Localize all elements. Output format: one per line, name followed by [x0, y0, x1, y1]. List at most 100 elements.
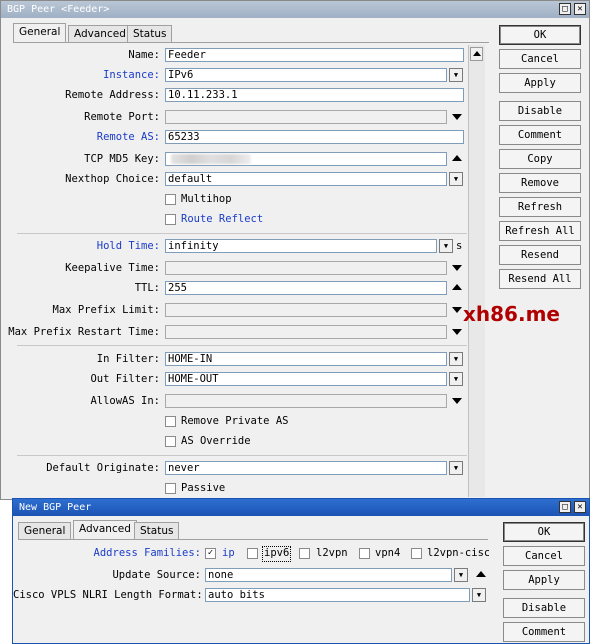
cisco-vpls-input[interactable]: auto bits	[205, 588, 470, 602]
maximize-icon[interactable]: □	[559, 501, 571, 513]
passive-checkbox[interactable]	[165, 483, 176, 494]
af-l2vpn-checkbox[interactable]	[299, 548, 310, 559]
instance-dropdown-icon[interactable]: ▼	[449, 68, 463, 82]
refresh-button[interactable]: Refresh	[499, 197, 581, 217]
nexthop-dropdown-icon[interactable]: ▼	[449, 172, 463, 186]
as-override-checkbox[interactable]	[165, 436, 176, 447]
af-l2vpn-cisco-label: l2vpn-cisco	[427, 547, 489, 559]
allowas-in-expand-icon[interactable]	[452, 398, 462, 404]
out-filter-input[interactable]: HOME-OUT	[165, 372, 447, 386]
form-scrollbar[interactable]	[468, 45, 485, 497]
in-filter-input[interactable]: HOME-IN	[165, 352, 447, 366]
max-prefix-limit-input[interactable]	[165, 303, 447, 317]
new-bgp-peer-title: New BGP Peer	[19, 502, 92, 513]
new-bgp-peer-tabbar: General Advanced Status	[18, 520, 488, 540]
af-l2vpn-label: l2vpn	[316, 547, 348, 559]
comment-button[interactable]: Comment	[503, 622, 585, 642]
tcp-md5-collapse-icon[interactable]	[452, 155, 462, 161]
hold-time-dropdown-icon[interactable]: ▼	[439, 239, 453, 253]
out-filter-dropdown-icon[interactable]: ▼	[449, 372, 463, 386]
out-filter-label: Out Filter:	[90, 373, 160, 385]
cancel-button[interactable]: Cancel	[499, 49, 581, 69]
in-filter-dropdown-icon[interactable]: ▼	[449, 352, 463, 366]
tab-status[interactable]: Status	[134, 522, 180, 539]
tcp-md5-key-label: TCP MD5 Key:	[84, 153, 160, 165]
default-originate-input[interactable]: never	[165, 461, 447, 475]
max-prefix-limit-expand-icon[interactable]	[452, 307, 462, 313]
ttl-input[interactable]: 255	[165, 281, 447, 295]
multihop-checkbox[interactable]	[165, 194, 176, 205]
separator	[17, 233, 467, 234]
copy-button[interactable]: Copy	[499, 149, 581, 169]
ok-button[interactable]: OK	[503, 522, 585, 542]
ok-button[interactable]: OK	[499, 25, 581, 45]
new-bgp-peer-titlebar[interactable]: New BGP Peer □ ✕	[13, 499, 589, 516]
cancel-button[interactable]: Cancel	[503, 546, 585, 566]
tab-underline	[18, 539, 488, 540]
route-reflect-label: Route Reflect	[181, 213, 264, 225]
multihop-label: Multihop	[181, 193, 232, 205]
remove-button[interactable]: Remove	[499, 173, 581, 193]
separator	[17, 455, 467, 456]
passive-label: Passive	[181, 482, 226, 494]
disable-button[interactable]: Disable	[503, 598, 585, 618]
resend-all-button[interactable]: Resend All	[499, 269, 581, 289]
comment-button[interactable]: Comment	[499, 125, 581, 145]
resend-button[interactable]: Resend	[499, 245, 581, 265]
close-icon[interactable]: ✕	[574, 501, 586, 513]
refresh-all-button[interactable]: Refresh All	[499, 221, 581, 241]
apply-button[interactable]: Apply	[503, 570, 585, 590]
tab-advanced[interactable]: Advanced	[73, 520, 137, 539]
tab-general[interactable]: General	[13, 23, 67, 42]
ttl-collapse-icon[interactable]	[452, 284, 462, 290]
af-vpn4-label: vpn4	[375, 547, 401, 559]
af-ip-checkbox[interactable]: ✓	[205, 548, 216, 559]
ttl-label: TTL:	[134, 282, 160, 294]
max-prefix-restart-time-input[interactable]	[165, 325, 447, 339]
allowas-in-input[interactable]	[165, 394, 447, 408]
default-originate-label: Default Originate:	[46, 462, 160, 474]
disable-button[interactable]: Disable	[499, 101, 581, 121]
instance-input[interactable]: IPv6	[165, 68, 447, 82]
remove-private-as-checkbox[interactable]	[165, 416, 176, 427]
bgp-peer-title: BGP Peer <Feeder>	[7, 4, 110, 15]
remote-as-input[interactable]: 65233	[165, 130, 464, 144]
tab-advanced[interactable]: Advanced	[68, 25, 132, 42]
remote-as-label: Remote AS:	[96, 131, 160, 143]
hold-time-unit: s	[456, 240, 463, 252]
af-ipv6-checkbox[interactable]	[247, 548, 258, 559]
apply-button[interactable]: Apply	[499, 73, 581, 93]
remote-address-input[interactable]: 10.11.233.1	[165, 88, 464, 102]
maximize-icon[interactable]: □	[559, 3, 571, 15]
nexthop-choice-label: Nexthop Choice:	[65, 173, 160, 185]
cisco-vpls-label: Cisco VPLS NLRI Length Format:	[13, 589, 203, 601]
hold-time-label: Hold Time:	[96, 240, 160, 252]
af-ip-label: ip	[222, 547, 235, 559]
af-l2vpn-cisco-checkbox[interactable]	[411, 548, 422, 559]
keepalive-time-label: Keepalive Time:	[65, 262, 160, 274]
max-prefix-restart-expand-icon[interactable]	[452, 329, 462, 335]
max-prefix-limit-label: Max Prefix Limit:	[52, 304, 160, 316]
tab-general[interactable]: General	[18, 522, 72, 539]
update-source-dropdown-icon[interactable]: ▼	[454, 568, 468, 582]
update-source-collapse-icon[interactable]	[476, 571, 486, 577]
cisco-vpls-dropdown-icon[interactable]: ▼	[472, 588, 486, 602]
scroll-up-icon[interactable]	[470, 47, 483, 61]
default-originate-dropdown-icon[interactable]: ▼	[449, 461, 463, 475]
bgp-peer-titlebar[interactable]: BGP Peer <Feeder> □ ✕	[1, 1, 589, 18]
as-override-label: AS Override	[181, 435, 251, 447]
close-icon[interactable]: ✕	[574, 3, 586, 15]
redacted-key-blur	[171, 154, 251, 164]
tab-status[interactable]: Status	[127, 25, 173, 42]
remote-port-expand-icon[interactable]	[452, 114, 462, 120]
remote-port-input[interactable]	[165, 110, 447, 124]
name-input[interactable]: Feeder	[165, 48, 464, 62]
af-vpn4-checkbox[interactable]	[359, 548, 370, 559]
hold-time-input[interactable]: infinity	[165, 239, 437, 253]
keepalive-time-input[interactable]	[165, 261, 447, 275]
update-source-input[interactable]: none	[205, 568, 452, 582]
nexthop-choice-input[interactable]: default	[165, 172, 447, 186]
route-reflect-checkbox[interactable]	[165, 214, 176, 225]
keepalive-expand-icon[interactable]	[452, 265, 462, 271]
bgp-peer-window: BGP Peer <Feeder> □ ✕ General Advanced S…	[0, 0, 590, 500]
